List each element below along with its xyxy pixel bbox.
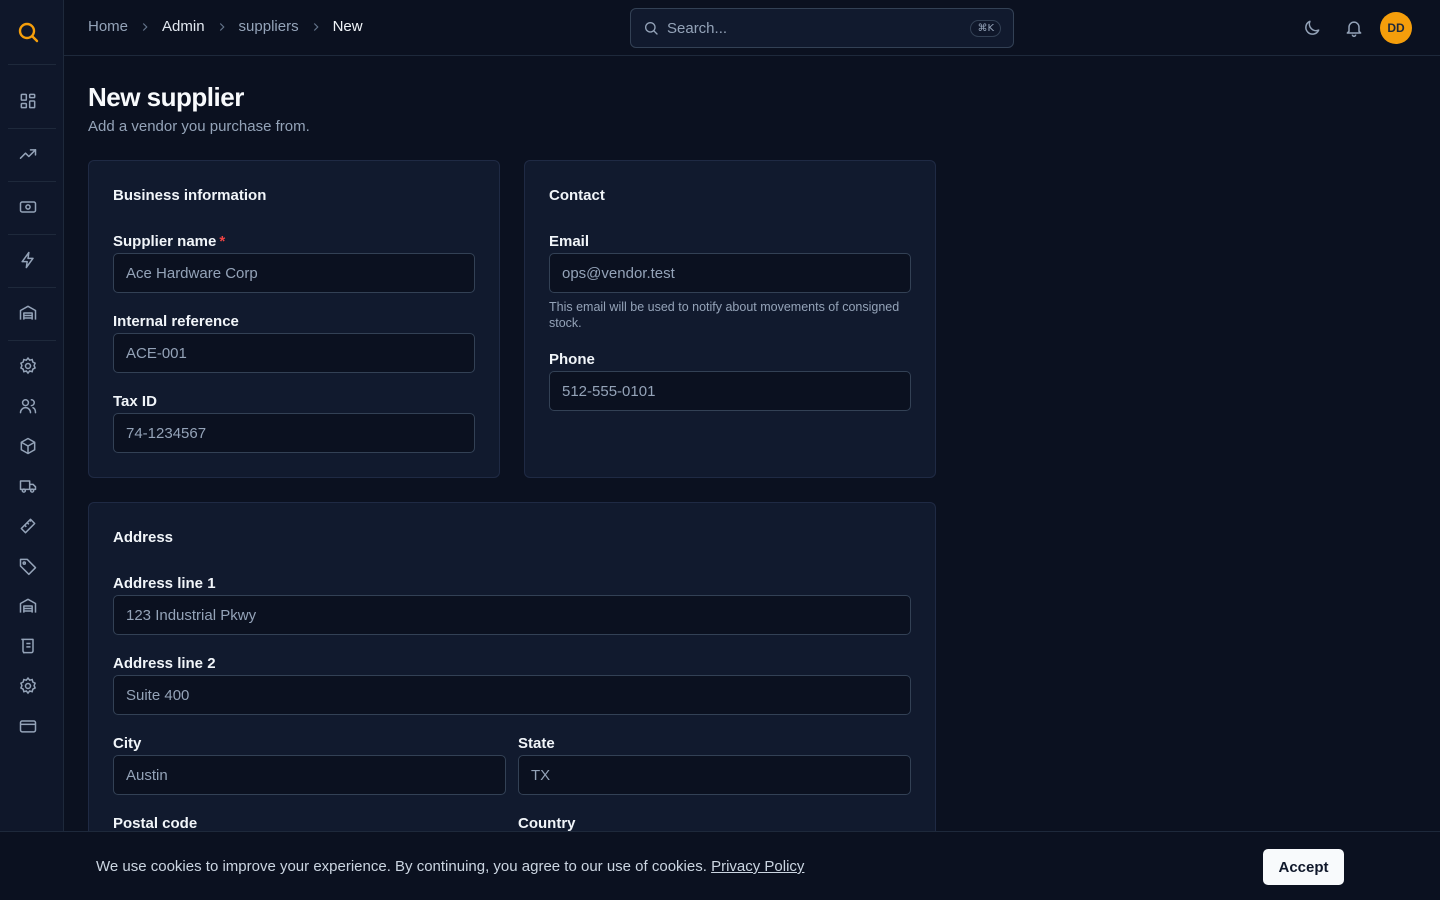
tax-id-input[interactable]: 74-1234567 xyxy=(113,413,475,453)
sidebar xyxy=(0,0,64,900)
dashboard-icon[interactable] xyxy=(16,89,40,113)
sidebar-divider xyxy=(8,287,56,288)
breadcrumb-home[interactable]: Home xyxy=(88,18,128,35)
business-information-card: Business information Supplier name * Ace … xyxy=(88,160,500,478)
sidebar-divider xyxy=(8,128,56,129)
email-help-text: This email will be used to notify about … xyxy=(549,300,900,330)
postal-code-label: Postal code xyxy=(113,815,198,832)
internal-reference-label: Internal reference xyxy=(113,313,239,330)
search-shortcut: ⌘K xyxy=(970,19,1001,37)
address-line2-label: Address line 2 xyxy=(113,655,216,672)
ledger-icon[interactable] xyxy=(16,634,40,658)
search-placeholder: Search... xyxy=(667,19,728,37)
avatar[interactable]: DD xyxy=(1380,12,1412,44)
email-field[interactable]: ops@vendor.test xyxy=(549,253,911,293)
page-title: New supplier xyxy=(88,82,244,112)
credit-card-icon[interactable] xyxy=(16,714,40,738)
warehouse-icon[interactable] xyxy=(16,301,40,325)
city-input[interactable]: Austin xyxy=(113,755,506,795)
contact-card: Contact Email ops@vendor.test This email… xyxy=(524,160,936,478)
search-icon xyxy=(645,22,658,35)
breadcrumb: Home Admin suppliers New xyxy=(88,18,363,35)
city-label: City xyxy=(113,735,142,752)
search-input[interactable]: Search... ⌘K xyxy=(630,8,1014,48)
moon-icon[interactable] xyxy=(1302,18,1322,38)
bell-icon[interactable] xyxy=(1344,18,1364,38)
address-line1-label: Address line 1 xyxy=(113,575,216,592)
ruler-icon[interactable] xyxy=(16,514,40,538)
package-icon[interactable] xyxy=(16,434,40,458)
tax-id-label: Tax ID xyxy=(113,393,157,410)
chevron-right-icon xyxy=(138,20,152,34)
supplier-name-input[interactable]: Ace Hardware Corp xyxy=(113,253,475,293)
sidebar-divider xyxy=(8,181,56,182)
warehouse-icon[interactable] xyxy=(16,594,40,618)
sidebar-divider xyxy=(8,234,56,235)
required-marker: * xyxy=(219,233,226,250)
accept-button[interactable]: Accept xyxy=(1263,849,1344,885)
sidebar-divider xyxy=(8,340,56,341)
gear-icon[interactable] xyxy=(16,354,40,378)
card-title: Address xyxy=(113,529,174,546)
chevron-right-icon xyxy=(215,20,229,34)
breadcrumb-suppliers[interactable]: suppliers xyxy=(239,18,299,35)
breadcrumb-admin[interactable]: Admin xyxy=(162,18,205,35)
country-label: Country xyxy=(518,815,576,832)
card-title: Contact xyxy=(549,187,605,204)
gear-icon[interactable] xyxy=(16,674,40,698)
cookie-text: We use cookies to improve your experienc… xyxy=(96,858,805,875)
truck-icon[interactable] xyxy=(16,474,40,498)
cookie-banner: We use cookies to improve your experienc… xyxy=(0,831,1440,900)
search-logo-icon[interactable] xyxy=(16,20,40,44)
tag-icon[interactable] xyxy=(16,554,40,578)
address-card: Address Address line 1 123 Industrial Pk… xyxy=(88,502,936,862)
page-subtitle: Add a vendor you purchase from. xyxy=(88,118,310,135)
address-line2-input[interactable]: Suite 400 xyxy=(113,675,911,715)
chevron-right-icon xyxy=(309,20,323,34)
email-label: Email xyxy=(549,233,590,250)
phone-label: Phone xyxy=(549,351,595,368)
top-header: Home Admin suppliers New Search... ⌘K DD xyxy=(64,0,1440,56)
lightning-icon[interactable] xyxy=(16,248,40,272)
users-icon[interactable] xyxy=(16,394,40,418)
phone-field[interactable]: 512-555-0101 xyxy=(549,371,911,411)
state-input[interactable]: TX xyxy=(518,755,911,795)
state-label: State xyxy=(518,735,555,752)
supplier-name-label: Supplier name * xyxy=(113,233,226,250)
sidebar-divider xyxy=(8,64,56,65)
internal-reference-input[interactable]: ACE-001 xyxy=(113,333,475,373)
privacy-policy-link[interactable]: Privacy Policy xyxy=(711,858,804,875)
cash-icon[interactable] xyxy=(16,195,40,219)
breadcrumb-current: New xyxy=(332,18,363,35)
trending-up-icon[interactable] xyxy=(16,142,40,166)
card-title: Business information xyxy=(113,187,267,204)
address-line1-input[interactable]: 123 Industrial Pkwy xyxy=(113,595,911,635)
